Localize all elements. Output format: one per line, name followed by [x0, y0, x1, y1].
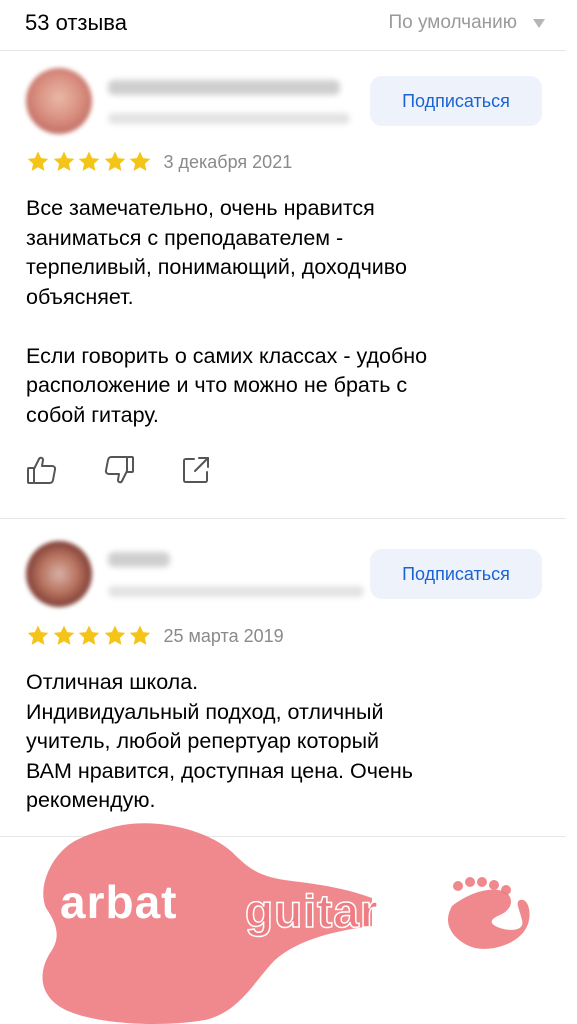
- star-icon: [129, 151, 151, 171]
- review-text: Все замечательно, очень нравится занимат…: [26, 196, 428, 427]
- sort-label: По умолчанию: [388, 12, 518, 33]
- chevron-down-icon: [533, 18, 545, 28]
- logo-word-arbat: arbat: [60, 876, 177, 928]
- star-icon: [104, 151, 125, 171]
- share-icon[interactable]: [180, 454, 212, 486]
- star-icon: [104, 625, 125, 645]
- review-date: 3 декабря 2021: [163, 151, 293, 172]
- star-icon: [53, 151, 74, 171]
- arbat-guitar-logo: arbat guitar: [42, 823, 530, 1024]
- logo-word-guitar: guitar: [245, 885, 379, 937]
- thumbs-down-icon[interactable]: [103, 454, 135, 486]
- sort-dropdown[interactable]: По умолчанию: [388, 12, 545, 34]
- author-level-blurred: [108, 113, 350, 124]
- subscribe-button[interactable]: Подписаться: [370, 76, 542, 126]
- reviews-header: 53 отзыва По умолчанию: [0, 0, 577, 50]
- star-icon: [129, 625, 151, 645]
- thumbs-up-icon[interactable]: [26, 454, 58, 486]
- rating-row: 3 декабря 2021: [26, 150, 292, 174]
- star-icon: [27, 625, 49, 645]
- review-text: Отличная школа. Индивидуальный подход, о…: [26, 670, 413, 812]
- review-date: 25 марта 2019: [163, 625, 284, 646]
- star-icon: [78, 625, 100, 645]
- rating-row: 25 марта 2019: [26, 624, 284, 648]
- review-actions: [26, 454, 257, 486]
- author-name-blurred[interactable]: [108, 80, 340, 95]
- divider: [0, 50, 566, 51]
- author-level-blurred: [108, 586, 364, 597]
- star-icon: [53, 625, 74, 645]
- avatar[interactable]: [26, 68, 92, 134]
- reviews-count: 53 отзыва: [25, 10, 127, 35]
- subscribe-button[interactable]: Подписаться: [370, 549, 542, 599]
- star-icon: [27, 151, 49, 171]
- avatar[interactable]: [26, 541, 92, 607]
- divider: [0, 518, 566, 519]
- star-icon: [78, 151, 100, 171]
- author-name-blurred[interactable]: [108, 552, 170, 567]
